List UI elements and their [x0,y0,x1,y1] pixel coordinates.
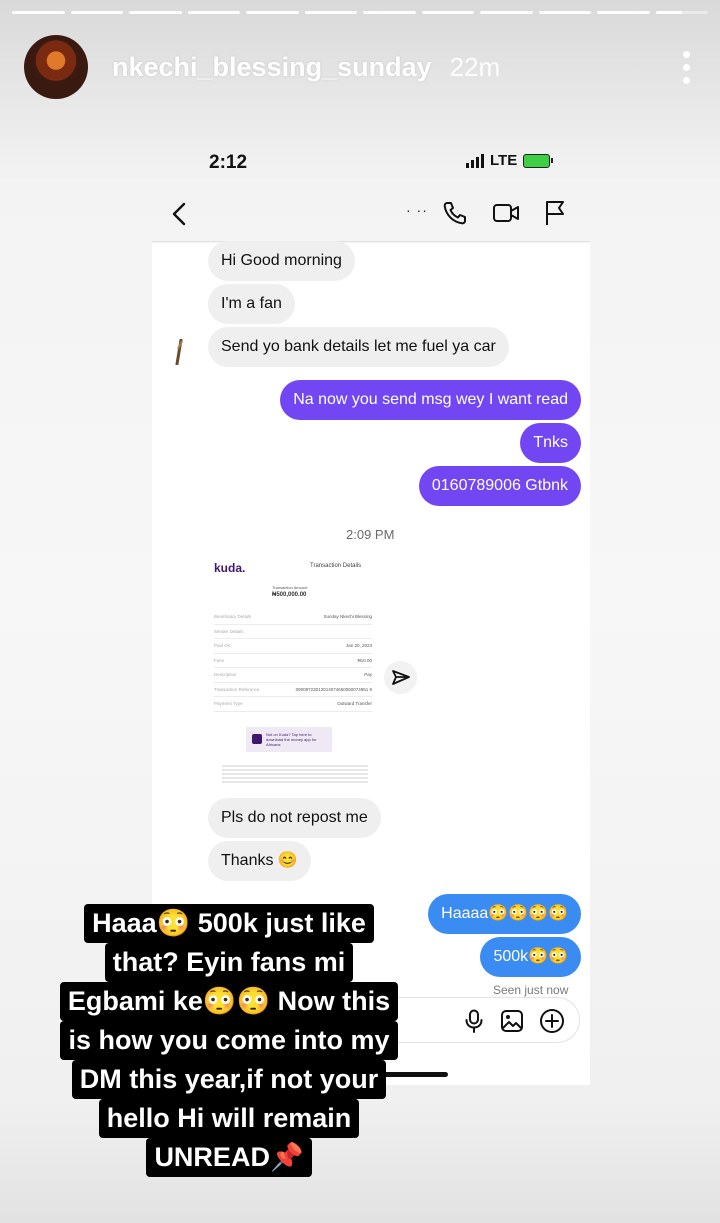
caption-line: Haaa😳 500k just like [84,904,374,943]
progress-segment [187,11,240,14]
image-icon[interactable] [500,1009,524,1033]
receipt-row: Beneficiary Details Sunday Nkechi Blessin… [214,610,372,625]
receipt-row: Sender Details [214,625,372,639]
receipt-promo: Not on Kuda? Tap here to download the mo… [246,727,332,752]
outgoing-message[interactable]: Tnks [520,423,581,463]
phone-icon[interactable] [442,200,468,226]
progress-segment [12,11,65,14]
story-progress-bar [12,11,708,14]
progress-segment [129,11,182,14]
progress-segment-current [655,11,708,14]
receipt-row: Fees ₦10.00 [214,654,372,668]
video-icon[interactable] [492,202,520,224]
progress-segment [304,11,357,14]
receipt-row-label: Beneficiary Details [214,614,252,619]
receipt-row: Paid On Jan 20, 2023 [214,639,372,654]
receipt-image[interactable]: kuda. Transaction Details Transaction Am… [206,553,381,785]
receipt-rows: Beneficiary Details Sunday Nkechi Blessin… [214,610,372,712]
receipt-title: Transaction Details [310,563,362,569]
receipt-row-value: ₦10.00 [357,657,372,663]
sender-avatar-icon [175,339,183,365]
caption-line: that? Eyin fans mi [104,943,354,982]
dm-contact-name[interactable]: · ·· [406,202,428,218]
outgoing-message[interactable]: 500k😳😳 [480,937,581,977]
receipt-row-value: Jan 20, 2023 [345,643,372,648]
network-label: LTE [490,152,518,169]
incoming-message[interactable]: Hi Good morning [208,241,355,281]
receipt-row-value: Outward Transfer [337,701,372,706]
incoming-message[interactable]: Send yo bank details let me fuel ya car [208,327,509,367]
kuda-logo: kuda. [214,561,246,575]
receipt-promo-text: Not on Kuda? Tap here to download the mo… [266,732,317,747]
story-viewer: nkechi_blessing_sunday 22m 2:12 LTE · ··… [0,0,720,1223]
phone-status-time: 2:12 [209,152,248,173]
caption-line: DM this year,if not your [71,1060,387,1099]
receipt-row-label: Fees [214,657,225,663]
progress-segment [538,11,591,14]
signal-icon [466,153,484,168]
receipt-row: Payment Type Outward Transfer [214,697,372,712]
battery-charging-icon [523,153,554,168]
progress-segment [246,11,299,14]
chevron-left-icon[interactable] [172,202,186,226]
caption-line: UNREAD📌 [146,1138,312,1177]
incoming-message[interactable]: Thanks 😊 [208,841,311,881]
avatar[interactable] [24,35,88,99]
caption-line: is how you come into my [60,1021,398,1060]
seen-status: Seen just now [493,983,569,997]
story-username[interactable]: nkechi_blessing_sunday [112,52,432,83]
caption-line: Egbami ke😳😳 Now this [59,982,399,1021]
message-timestamp: 2:09 PM [346,527,395,542]
receipt-row-label: Description [214,672,237,677]
story-caption: Haaa😳 500k just like that? Eyin fans mi … [46,904,412,1177]
receipt-row-value: 09008723013014074660060074951 9 [295,686,372,692]
dm-header: · ·· [152,190,590,242]
outgoing-message[interactable]: 0160789006 Gtbnk [418,466,581,506]
kuda-app-icon [252,734,262,744]
progress-segment [70,11,123,14]
progress-fill [655,11,682,14]
receipt-amount: ₦500,000.00 [272,592,307,598]
outgoing-message[interactable]: Na now you send msg wey I want read [280,380,581,420]
story-time: 22m [449,51,501,82]
receipt-row-value: Sunday Nkechi Blessing [323,614,372,619]
progress-segment [421,11,474,14]
story-header: nkechi_blessing_sunday 22m [24,32,696,102]
receipt-row: Description Pay [214,668,372,683]
more-vertical-icon[interactable] [676,50,696,84]
receipt-row: Transaction Reference 0900872301301407466… [214,683,372,697]
receipt-row-label: Sender Details [214,628,244,634]
plus-circle-icon[interactable] [539,1008,565,1034]
receipt-row-label: Transaction Reference [214,686,260,692]
send-icon[interactable] [384,661,417,694]
progress-segment [363,11,416,14]
progress-segment [597,11,650,14]
receipt-amount-label: Transaction Amount [272,585,308,590]
progress-segment [480,11,533,14]
incoming-message[interactable]: Pls do not repost me [208,798,381,838]
microphone-icon[interactable] [464,1009,484,1033]
outgoing-message[interactable]: Haaaa😳😳😳😳 [428,894,581,934]
receipt-row-label: Payment Type [214,701,243,706]
receipt-row-value: Pay [364,672,372,677]
receipt-row-label: Paid On [214,643,231,648]
caption-line: hello Hi will remain [98,1099,360,1138]
flag-icon[interactable] [544,200,566,226]
receipt-fine-print [222,763,368,785]
incoming-message[interactable]: I'm a fan [208,284,295,324]
phone-status-indicators: LTE [466,152,554,169]
